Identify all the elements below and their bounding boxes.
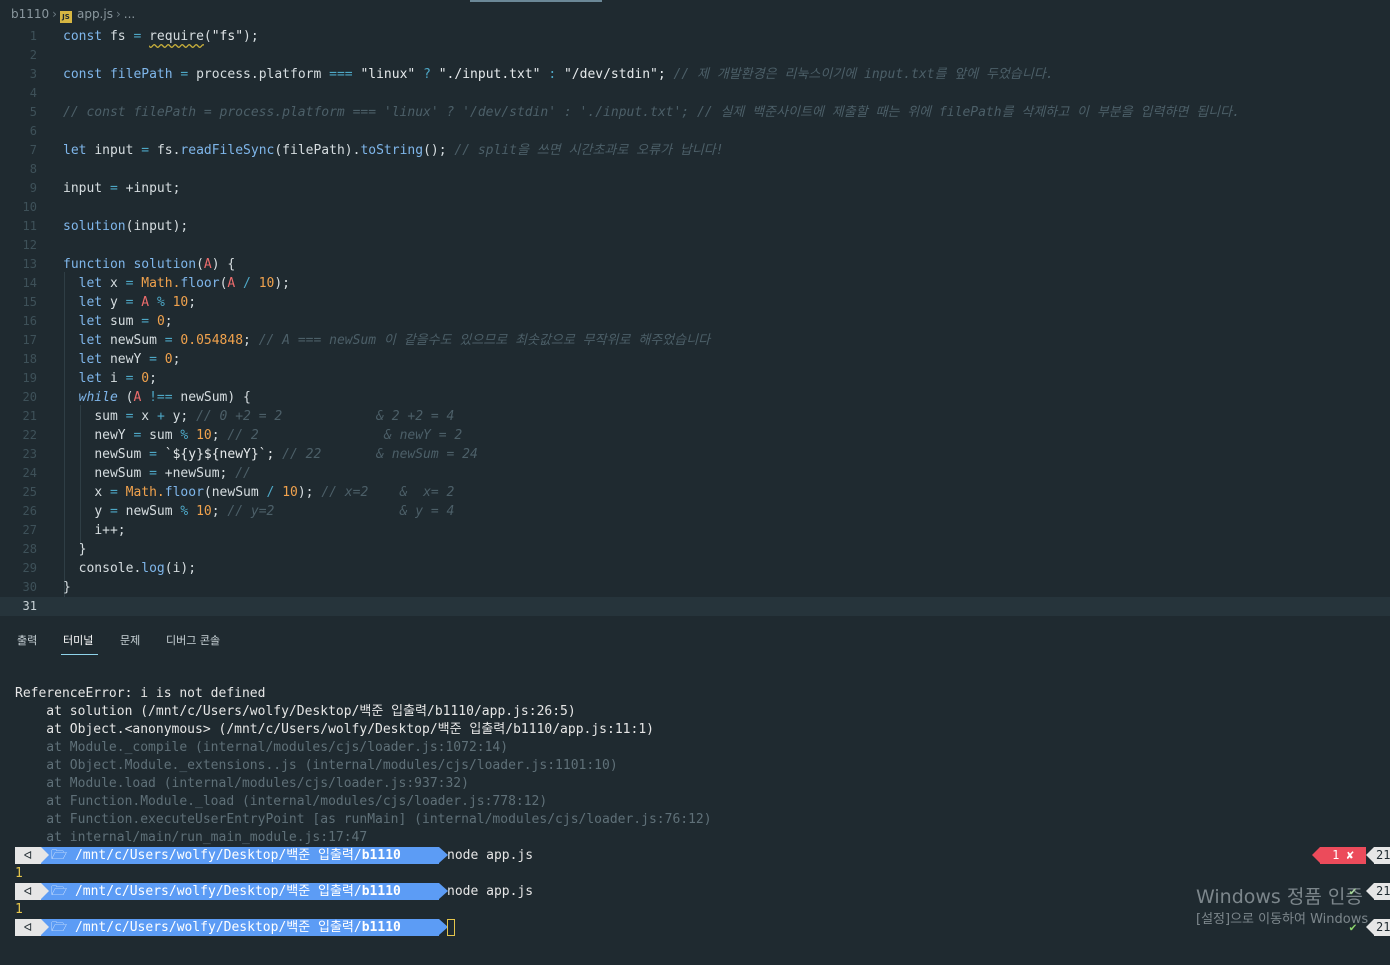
breadcrumb-file[interactable]: app.js <box>77 7 113 21</box>
active-tab-indicator <box>470 0 602 2</box>
code-line: 30} <box>22 580 71 595</box>
code-line: 22 newY = sum % 10; // 2 & newY = 2 <box>22 428 463 443</box>
error-line: at solution (/mnt/c/Users/wolfy/Desktop/… <box>15 704 576 719</box>
code-line: 4 <box>29 86 37 100</box>
powerline-arrow-icon <box>1366 847 1374 863</box>
error-line: at Object.<anonymous> (/mnt/c/Users/wolf… <box>15 722 654 737</box>
code-line-current[interactable]: 31 <box>0 597 1390 616</box>
breadcrumb-more[interactable]: ... <box>124 7 135 21</box>
shell-prompt: ᐊ 🗁 /mnt/c/Users/wolfy/Desktop/백준 입출력/b1… <box>15 847 615 865</box>
powerline-arrow-icon <box>41 883 49 899</box>
tab-problems[interactable]: 문제 <box>120 632 140 648</box>
code-line: 2 <box>29 48 37 62</box>
code-line: 15 let y = A % 10; <box>22 295 197 310</box>
code-line: 16 let sum = 0; <box>22 314 173 329</box>
time-badge: 21 <box>1374 847 1390 864</box>
code-line: 12 <box>22 238 37 252</box>
terminal-cursor[interactable] <box>447 919 455 936</box>
stack-line: at Function.Module._load (internal/modul… <box>15 794 548 809</box>
code-line: 27 i++; <box>22 523 126 538</box>
chevron-right-icon: › <box>115 7 121 21</box>
code-line: 1 const fs = require("fs"); <box>29 29 259 44</box>
breadcrumb-folder[interactable]: b1110 <box>11 7 49 21</box>
code-line: 19 let i = 0; <box>22 371 157 386</box>
code-line: 28 } <box>22 542 87 557</box>
code-line: 18 let newY = 0; <box>22 352 181 367</box>
active-tab-underline <box>61 654 98 655</box>
code-line: 29 console.log(i); <box>22 561 197 576</box>
stack-line: at Module._compile (internal/modules/cjs… <box>15 740 509 755</box>
code-line: 14 let x = Math.floor(A / 10); <box>22 276 291 291</box>
os-icon: ᐊ <box>15 883 41 900</box>
code-line: 24 newSum = +newSum; // <box>22 466 251 481</box>
code-line: 21 sum = x + y; // 0 +2 = 2 & 2 +2 = 4 <box>22 409 455 424</box>
os-icon: ᐊ <box>15 919 41 936</box>
code-line: 9 input = +input; <box>29 181 181 196</box>
command-text: node app.js <box>447 848 534 863</box>
powerline-arrow-icon <box>41 847 49 863</box>
program-output: 1 <box>15 866 23 881</box>
code-line: 5// const filePath = process.platform ==… <box>29 105 1240 120</box>
code-line: 3 const filePath = process.platform === "… <box>29 67 1054 82</box>
code-line: 7 let input = fs.readFileSync(filePath).t… <box>29 143 724 158</box>
breadcrumb: b1110 › JS app.js ›... <box>0 0 1390 28</box>
js-file-icon: JS <box>59 11 72 23</box>
program-output: 1 <box>15 902 23 917</box>
tab-terminal[interactable]: 터미널 <box>63 632 93 648</box>
code-line: 11 solution(input); <box>22 219 189 234</box>
code-line: 23 newSum = `${y}${newY}`; // 22 & newSu… <box>22 447 478 462</box>
prompt-path: 🗁 /mnt/c/Users/wolfy/Desktop/백준 입출력/b111… <box>41 847 439 864</box>
error-line: ReferenceError: i is not defined <box>15 686 266 701</box>
windows-activation-watermark: Windows 정품 인증 [설정]으로 이동하여 Windows <box>1196 886 1369 927</box>
code-line: 25 x = Math.floor(newSum / 10); // x=2 &… <box>22 485 455 500</box>
code-line: 17 let newSum = 0.054848; // A === newSu… <box>22 333 711 348</box>
powerline-arrow-icon <box>41 919 49 935</box>
prompt-path: 🗁 /mnt/c/Users/wolfy/Desktop/백준 입출력/b111… <box>41 919 439 936</box>
os-icon: ᐊ <box>15 847 41 864</box>
powerline-arrow-icon <box>1312 847 1320 863</box>
exit-code-badge: 1 ✘ <box>1320 847 1366 864</box>
panel-tabs: 출력 터미널 문제 디버그 콘솔 <box>0 620 1390 660</box>
tab-output[interactable]: 출력 <box>17 632 37 648</box>
code-line: 8 <box>29 162 37 176</box>
bottom-panel: 출력 터미널 문제 디버그 콘솔 ReferenceError: i is no… <box>0 620 1390 965</box>
prompt-path: 🗁 /mnt/c/Users/wolfy/Desktop/백준 입출력/b111… <box>41 883 439 900</box>
stack-line: at Function.executeUserEntryPoint [as ru… <box>15 812 712 827</box>
stack-line: at Object.Module._extensions..js (intern… <box>15 758 618 773</box>
code-line: 10 <box>22 200 37 214</box>
shell-prompt: ᐊ 🗁 /mnt/c/Users/wolfy/Desktop/백준 입출력/b1… <box>15 883 615 901</box>
code-line: 20 while (A !== newSum) { <box>22 390 251 405</box>
tab-debug-console[interactable]: 디버그 콘솔 <box>166 632 220 648</box>
shell-prompt: ᐊ 🗁 /mnt/c/Users/wolfy/Desktop/백준 입출력/b1… <box>15 919 615 937</box>
right-prompt-status: 1 ✘ 21 <box>1312 847 1390 864</box>
chevron-right-icon: › <box>52 7 57 21</box>
command-text: node app.js <box>447 884 534 899</box>
stack-line: at Module.load (internal/modules/cjs/loa… <box>15 776 469 791</box>
code-editor[interactable]: 1 const fs = require("fs"); 2 3 const file… <box>0 27 1390 619</box>
code-line: 26 y = newSum % 10; // y=2 & y = 4 <box>22 504 455 519</box>
code-line: 13 function solution(A) { <box>22 257 236 272</box>
code-line: 6 <box>29 124 37 138</box>
stack-line: at internal/main/run_main_module.js:17:4… <box>15 830 368 845</box>
